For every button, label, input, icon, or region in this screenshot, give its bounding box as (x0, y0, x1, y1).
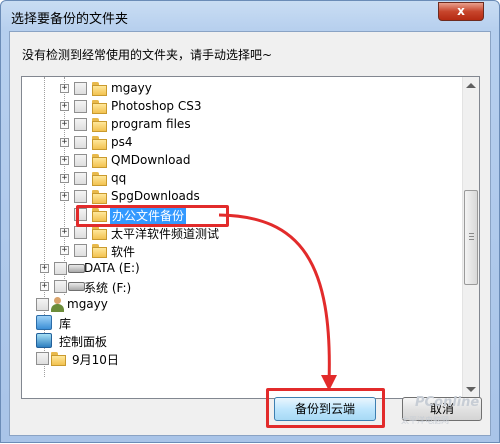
watermark: PConline 太平洋电脑网 (395, 393, 491, 435)
dialog-window: 选择要备份的文件夹 x 没有检测到经常使用的文件夹，请手动选择吧~ + mgay… (0, 0, 500, 443)
watermark-subtitle: 太平洋电脑网 (401, 416, 449, 425)
watermark-logo: PConline (415, 395, 480, 410)
annotation-arrow-icon (218, 213, 337, 391)
